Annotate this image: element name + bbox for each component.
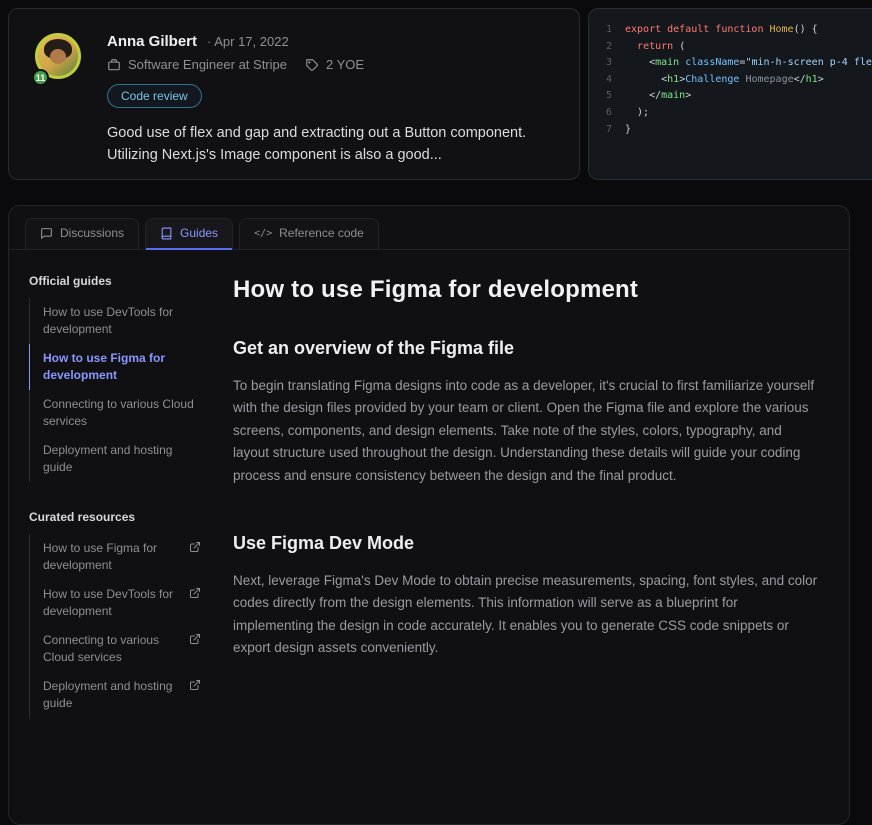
top-row: 11 Anna Gilbert · Apr 17, 2022 Software … bbox=[0, 0, 872, 180]
code-token: "min-h-screen p-4 flex" bbox=[745, 57, 872, 68]
line-number: 3 bbox=[599, 55, 612, 72]
article-title: How to use Figma for development bbox=[233, 276, 819, 304]
tab-label: Reference code bbox=[279, 226, 364, 240]
line-number: 7 bbox=[599, 122, 612, 139]
code-token: </ bbox=[794, 74, 806, 85]
code-token: main bbox=[661, 90, 685, 101]
curated-link-label: Deployment and hosting guide bbox=[43, 678, 181, 712]
code-token: </ bbox=[625, 90, 661, 101]
review-main: Anna Gilbert · Apr 17, 2022 Software Eng… bbox=[107, 33, 553, 155]
line-number: 1 bbox=[599, 22, 612, 39]
code-line: 4 <h1>Challenge Homepage</h1> bbox=[599, 72, 872, 89]
review-comment: Good use of flex and gap and extracting … bbox=[107, 123, 552, 167]
curated-link-label: How to use Figma for development bbox=[43, 540, 181, 574]
meta-row: Software Engineer at Stripe 2 YOE bbox=[107, 57, 553, 72]
author-name[interactable]: Anna Gilbert bbox=[107, 33, 197, 50]
code-token: ( bbox=[673, 41, 685, 52]
review-date: · Apr 17, 2022 bbox=[207, 34, 289, 49]
curated-resources-list: How to use Figma for development How to … bbox=[29, 534, 205, 718]
curated-link-figma[interactable]: How to use Figma for development bbox=[29, 534, 205, 580]
tag-icon bbox=[305, 58, 319, 72]
official-guides-title: Official guides bbox=[29, 274, 205, 288]
line-number: 2 bbox=[599, 39, 612, 56]
tab-guides[interactable]: Guides bbox=[145, 218, 233, 249]
sidebar-item-cloud-guide[interactable]: Connecting to various Cloud services bbox=[29, 390, 205, 436]
code-review-badge: Code review bbox=[107, 84, 202, 108]
curated-link-label: How to use DevTools for development bbox=[43, 586, 181, 620]
official-guides-list: How to use DevTools for development How … bbox=[29, 298, 205, 482]
external-link-icon bbox=[189, 587, 201, 599]
code-preview-panel: 1 export default function Home() { 2 retu… bbox=[588, 8, 872, 180]
curated-resources-title: Curated resources bbox=[29, 510, 205, 524]
role-label: Software Engineer at Stripe bbox=[128, 57, 287, 72]
code-token: main bbox=[655, 57, 679, 68]
line-number: 5 bbox=[599, 88, 612, 105]
tab-label: Discussions bbox=[60, 226, 124, 240]
tab-discussions[interactable]: Discussions bbox=[25, 218, 139, 249]
sidebar-item-devtools-guide[interactable]: How to use DevTools for development bbox=[29, 298, 205, 344]
code-line: 2 return ( bbox=[599, 39, 872, 56]
code-token: return bbox=[637, 41, 673, 52]
section-heading: Use Figma Dev Mode bbox=[233, 533, 819, 554]
avatar-level-badge: 11 bbox=[32, 69, 49, 86]
code-token: h1 bbox=[806, 74, 818, 85]
book-icon bbox=[160, 227, 173, 240]
code-token: ); bbox=[625, 107, 649, 118]
code-line: 3 <main className="min-h-screen p-4 flex… bbox=[599, 55, 872, 72]
tab-reference-code[interactable]: </> Reference code bbox=[239, 218, 379, 249]
line-number: 4 bbox=[599, 72, 612, 89]
article-section: Use Figma Dev Mode Next, leverage Figma'… bbox=[233, 533, 819, 660]
curated-link-devtools[interactable]: How to use DevTools for development bbox=[29, 580, 205, 626]
code-token: className bbox=[685, 57, 739, 68]
tab-bar: Discussions Guides </> Reference code bbox=[9, 206, 849, 250]
section-body: Next, leverage Figma's Dev Mode to obtai… bbox=[233, 570, 819, 660]
curated-link-cloud[interactable]: Connecting to various Cloud services bbox=[29, 626, 205, 672]
sidebar-item-deployment-guide[interactable]: Deployment and hosting guide bbox=[29, 436, 205, 482]
code-line: 1 export default function Home() { bbox=[599, 22, 872, 39]
code-token: < bbox=[625, 57, 655, 68]
guide-article: How to use Figma for development Get an … bbox=[215, 250, 849, 739]
sidebar-item-figma-guide[interactable]: How to use Figma for development bbox=[29, 344, 205, 390]
role-meta: Software Engineer at Stripe bbox=[107, 57, 287, 72]
external-link-icon bbox=[189, 679, 201, 691]
discussion-icon bbox=[40, 227, 53, 240]
panel-body: Official guides How to use DevTools for … bbox=[9, 250, 849, 739]
code-token: } bbox=[625, 124, 631, 135]
section-body: To begin translating Figma designs into … bbox=[233, 375, 819, 487]
code-token: > bbox=[818, 74, 824, 85]
briefcase-icon bbox=[107, 58, 121, 72]
external-link-icon bbox=[189, 633, 201, 645]
experience-meta: 2 YOE bbox=[305, 57, 364, 72]
tab-label: Guides bbox=[180, 226, 218, 240]
guides-sidebar: Official guides How to use DevTools for … bbox=[9, 250, 215, 739]
code-token: > bbox=[685, 90, 691, 101]
code-token: Challenge bbox=[685, 74, 739, 85]
guides-panel: Discussions Guides </> Reference code Of… bbox=[8, 205, 850, 825]
code-token: < bbox=[625, 74, 667, 85]
code-line: 7} bbox=[599, 122, 872, 139]
review-card: 11 Anna Gilbert · Apr 17, 2022 Software … bbox=[8, 8, 580, 180]
code-line: 6 ); bbox=[599, 105, 872, 122]
experience-label: 2 YOE bbox=[326, 57, 364, 72]
code-token: Home bbox=[770, 24, 794, 35]
curated-link-label: Connecting to various Cloud services bbox=[43, 632, 181, 666]
code-token: Homepage bbox=[739, 74, 793, 85]
code-icon: </> bbox=[254, 228, 272, 239]
name-row: Anna Gilbert · Apr 17, 2022 bbox=[107, 33, 553, 50]
avatar-wrap: 11 bbox=[35, 33, 87, 85]
section-heading: Get an overview of the Figma file bbox=[233, 338, 819, 359]
code-token: h1 bbox=[667, 74, 679, 85]
external-link-icon bbox=[189, 541, 201, 553]
curated-link-deployment[interactable]: Deployment and hosting guide bbox=[29, 672, 205, 718]
code-token bbox=[625, 41, 637, 52]
line-number: 6 bbox=[599, 105, 612, 122]
code-token: () { bbox=[794, 24, 818, 35]
article-section: Get an overview of the Figma file To beg… bbox=[233, 338, 819, 487]
code-line: 5 </main> bbox=[599, 88, 872, 105]
code-token: export default function bbox=[625, 24, 770, 35]
